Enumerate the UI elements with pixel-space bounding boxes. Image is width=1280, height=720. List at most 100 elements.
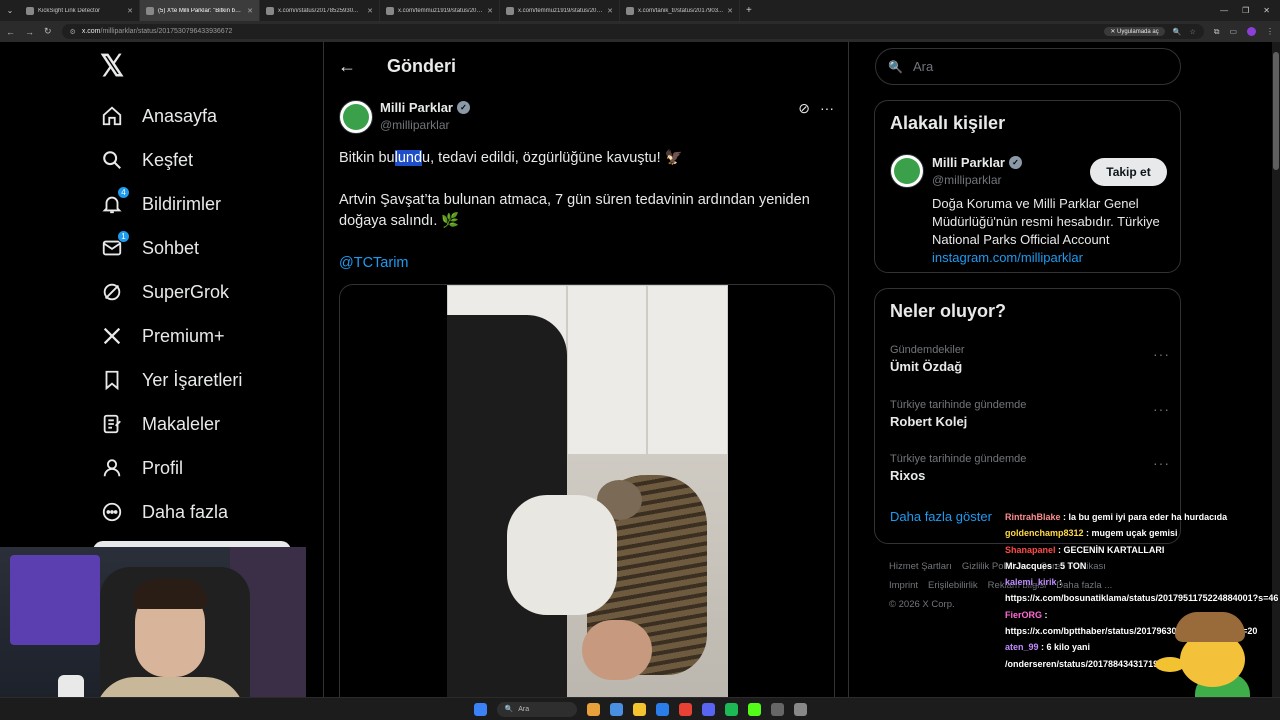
post-video[interactable] [339,284,835,720]
kick-icon[interactable] [747,702,761,716]
close-window-icon[interactable]: ✕ [1263,6,1270,15]
chat-username[interactable]: aten_99 [1005,642,1039,652]
chat-text: : mugem uçak gemisi [1083,528,1178,539]
sidebar-item-label: Keşfet [142,149,194,170]
bookmark-star-icon[interactable]: ☆ [1189,28,1195,36]
sidebar-icon[interactable]: ▭ [1229,27,1237,37]
sidebar-item-bildirimler[interactable]: 4 Bildirimler [100,182,242,226]
chrome-icon[interactable] [678,702,692,716]
back-icon[interactable]: ← [6,27,15,37]
taskbar-app-icon[interactable] [609,702,623,716]
post-author[interactable]: Milli Parklar ✓ @milliparklar [339,100,470,134]
sidebar-item-premium-[interactable]: Premium+ [100,314,242,358]
related-title: Alakalı kişiler [890,113,1006,133]
browser-tab[interactable]: (5) X'te Milli Parklar: "Bitkin bu... ✕ [140,0,260,21]
browser-tab[interactable]: x.com/temmuz1919/status/201... ✕ [380,0,500,21]
close-tab-icon[interactable]: ✕ [367,7,373,15]
author-handle[interactable]: @milliparklar [380,118,470,132]
reload-icon[interactable]: ↻ [44,26,52,37]
taskbar-app-icon[interactable] [793,702,807,716]
bio-link[interactable]: instagram.com/milliparklar [932,249,1172,267]
footer-link[interactable]: Erişilebilirlik [928,580,978,591]
footer-link[interactable]: Imprint [889,580,918,591]
related-name[interactable]: Milli Parklar [932,155,1005,170]
trend-item[interactable]: Gündemdekiler Ümit Özdağ ··· [890,344,1170,374]
start-icon[interactable] [473,702,487,716]
trends-title: Neler oluyor? [890,301,1007,321]
chat-username[interactable]: Shanapanel [1005,545,1056,555]
sidebar-item-yer-i-aretleri[interactable]: Yer İşaretleri [100,358,242,402]
restore-icon[interactable]: ❐ [1242,6,1249,15]
chat-username[interactable]: kalemi_kirik [1005,577,1057,587]
footer-link[interactable]: Hizmet Şartları [889,561,952,572]
trend-item[interactable]: Türkiye tarihinde gündemde Robert Kolej ··… [890,399,1170,429]
browser-tab[interactable]: x.com/tanik_tr/status/2017903... ✕ [620,0,740,21]
follow-button[interactable]: Takip et [1090,158,1167,186]
zoom-icon[interactable]: 🔍 [1173,28,1182,36]
sidebar-item-ke-fet[interactable]: Keşfet [100,138,242,182]
taskbar-app-icon[interactable] [770,702,784,716]
chat-text: : 6 kilo yani [1038,642,1091,653]
sidebar-item-sohbet[interactable]: 1 Sohbet [100,226,242,270]
close-tab-icon[interactable]: ✕ [607,7,613,15]
close-tab-icon[interactable]: ✕ [487,7,493,15]
grok-icon [100,280,124,304]
scrollbar-thumb[interactable] [1273,52,1279,170]
more-options-icon[interactable]: ··· [820,100,834,117]
related-avatar[interactable] [890,154,924,188]
chat-username[interactable]: goldenchamp8312 [1005,528,1084,538]
video-frame[interactable] [447,285,728,720]
sidebar-item-label: Anasayfa [142,105,218,126]
profile-avatar-icon[interactable] [1247,26,1256,36]
back-arrow-icon[interactable]: ← [338,56,356,77]
avatar[interactable] [339,100,373,134]
address-bar[interactable]: ⚙ x.com/milliparklar/status/201753079643… [61,24,1204,39]
sidebar-item-profil[interactable]: Profil [100,446,242,490]
sidebar-item-label: Daha fazla [142,501,229,522]
more-options-icon[interactable]: ··· [1153,346,1170,362]
tab-search-icon[interactable]: ⌄ [0,6,20,15]
favicon-icon [626,6,634,15]
folder-icon[interactable] [632,702,646,716]
mention-link[interactable]: @TCTarim [339,255,409,271]
search-icon [100,148,124,172]
sidebar-item-daha-fazla[interactable]: Daha fazla [100,490,242,534]
chat-username[interactable]: MrJacques [1005,561,1052,571]
sidebar-item-label: Makaleler [142,413,221,434]
close-tab-icon[interactable]: ✕ [127,7,133,15]
spotify-icon[interactable] [724,702,738,716]
open-in-app-pill[interactable]: ✕ Uygulamada aç [1104,27,1165,36]
sidebar-item-anasayfa[interactable]: Anasayfa [100,94,242,138]
chat-username[interactable]: RintrahBlake [1005,512,1061,522]
browser-tab[interactable]: KickSight Link Detector ✕ [20,0,140,21]
forward-icon[interactable]: → [25,27,34,37]
new-tab-button[interactable]: + [740,5,758,16]
browser-tab[interactable]: x.com/temmuz1919/status/201... ✕ [500,0,620,21]
show-more-link[interactable]: Daha fazla göster [890,509,992,524]
browser-tab[interactable]: x.com/i/status/20178525930... ✕ [260,0,380,21]
related-handle[interactable]: @milliparklar [932,173,1022,187]
trend-item[interactable]: Türkiye tarihinde gündemde Rixos ··· [890,453,1170,483]
trend-name: Rixos [890,468,926,483]
edge-icon[interactable] [655,702,669,716]
more-options-icon[interactable]: ··· [1153,401,1170,417]
more-options-icon[interactable]: ··· [1153,455,1170,471]
browser-menu-icon[interactable]: ⋮ [1266,27,1274,37]
site-info-icon[interactable]: ⚙ [70,28,76,36]
close-tab-icon[interactable]: ✕ [247,7,253,15]
grok-icon[interactable]: ⊘ [798,100,810,117]
sidebar-item-label: Yer İşaretleri [142,369,243,390]
x-logo-icon[interactable]: 𝕏 [100,52,126,82]
sidebar-item-supergrok[interactable]: SuperGrok [100,270,242,314]
discord-icon[interactable] [701,702,715,716]
taskbar-search[interactable]: 🔍 Ara [496,701,577,717]
search-input[interactable]: 🔍 Ara [875,48,1181,85]
author-name[interactable]: Milli Parklar [380,100,453,115]
taskbar-app-icon[interactable] [586,702,600,716]
x-icon [100,324,124,348]
close-tab-icon[interactable]: ✕ [727,7,733,15]
sidebar-item-makaleler[interactable]: Makaleler [100,402,242,446]
minimize-icon[interactable]: — [1220,6,1228,15]
extensions-icon[interactable]: ⧉ [1214,27,1220,37]
chat-username[interactable]: FierORG [1005,610,1042,620]
